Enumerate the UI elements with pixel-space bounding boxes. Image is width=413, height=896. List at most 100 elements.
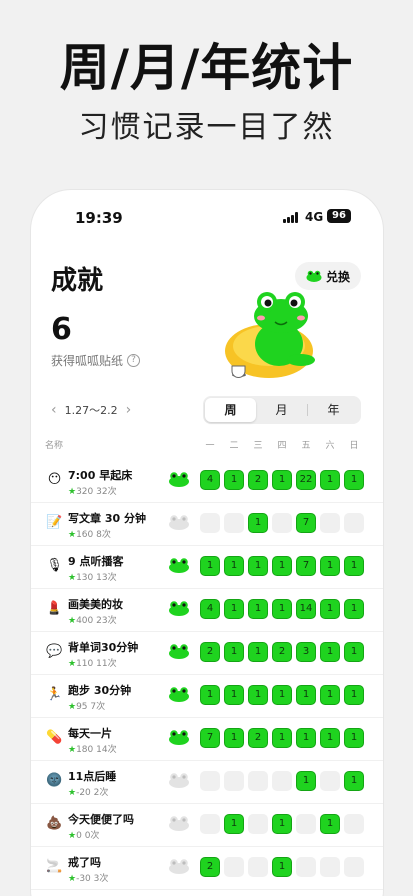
promo-subtitle: 习惯记录一目了然 [78, 110, 335, 145]
day-cell[interactable]: 1 [224, 814, 244, 834]
star-icon: ★ [68, 530, 77, 540]
help-icon[interactable]: ? [127, 354, 141, 367]
habit-row[interactable]: 💊 每天一片 ★180 14次 7 1 2 1 1 1 1 [31, 718, 383, 761]
day-cell[interactable] [272, 771, 292, 791]
day-cell[interactable]: 1 [224, 599, 244, 619]
tab-year[interactable]: 年 [308, 398, 359, 422]
day-cell[interactable]: 1 [272, 728, 292, 748]
habit-row[interactable]: 🚬 戒了吗 ★-30 3次 2 1 [31, 847, 383, 890]
day-cell[interactable]: 1 [272, 685, 292, 705]
day-cell[interactable]: 4 [200, 470, 220, 490]
day-cell[interactable]: 1 [248, 556, 268, 576]
day-cell[interactable]: 1 [224, 642, 244, 662]
day-cell[interactable]: 1 [320, 728, 340, 748]
day-cell[interactable]: 3 [296, 642, 316, 662]
day-cell[interactable]: 14 [296, 599, 316, 619]
day-cell[interactable]: 1 [320, 642, 340, 662]
frog-status-icon [168, 643, 190, 659]
day-cell[interactable]: 2 [248, 728, 268, 748]
day-cell[interactable] [200, 513, 220, 533]
day-cell[interactable]: 1 [344, 685, 364, 705]
day-cell[interactable]: 22 [296, 470, 316, 490]
day-cell[interactable]: 1 [344, 728, 364, 748]
chevron-right-icon[interactable]: › [126, 402, 132, 418]
day-cell[interactable] [320, 771, 340, 791]
day-cell[interactable]: 1 [344, 771, 364, 791]
day-cell[interactable] [200, 771, 220, 791]
day-cell[interactable] [224, 771, 244, 791]
day-cell[interactable] [320, 513, 340, 533]
header-day: 一 [205, 441, 215, 451]
star-icon: ★ [68, 745, 77, 755]
phone-screen: 19:39 4G 96 成就 兑换 6 获得呱呱贴纸 ? ‹ 1.27～2.2 … [31, 190, 383, 896]
day-cell[interactable]: 2 [200, 642, 220, 662]
day-cell[interactable]: 1 [248, 513, 268, 533]
habit-row[interactable]: 🌚 11点后睡 ★-20 2次 1 1 [31, 761, 383, 804]
day-cell[interactable]: 1 [224, 685, 244, 705]
day-cell[interactable]: 1 [200, 685, 220, 705]
chevron-left-icon[interactable]: ‹ [51, 402, 57, 418]
habit-stars: -30 [76, 874, 91, 884]
day-cell[interactable]: 1 [296, 771, 316, 791]
day-cell[interactable]: 1 [272, 556, 292, 576]
day-cell[interactable] [344, 814, 364, 834]
tab-week[interactable]: 周 [205, 398, 256, 422]
day-cell[interactable]: 7 [200, 728, 220, 748]
day-cell[interactable]: 7 [296, 513, 316, 533]
day-cell[interactable]: 1 [224, 728, 244, 748]
habit-row[interactable]: 🎙 9 点听播客 ★130 13次 1 1 1 1 7 1 1 [31, 546, 383, 589]
day-cell[interactable] [248, 857, 268, 877]
day-cell[interactable] [224, 513, 244, 533]
day-cell[interactable]: 1 [272, 470, 292, 490]
habit-row[interactable]: 💬 背单词30分钟 ★110 11次 2 1 1 2 3 1 1 [31, 632, 383, 675]
day-cell[interactable]: 1 [272, 857, 292, 877]
day-cell[interactable] [296, 857, 316, 877]
day-cell[interactable]: 1 [344, 470, 364, 490]
day-cell[interactable]: 1 [248, 685, 268, 705]
day-cell[interactable]: 1 [248, 599, 268, 619]
stickers-label-row: 获得呱呱贴纸 ? [51, 352, 141, 369]
habit-count: 13次 [96, 573, 117, 583]
day-cell[interactable] [224, 857, 244, 877]
day-cell[interactable] [296, 814, 316, 834]
day-cell[interactable]: 1 [272, 599, 292, 619]
habit-row[interactable]: 💩 今天便便了吗 ★0 0次 1 1 1 [31, 804, 383, 847]
day-cell[interactable]: 1 [224, 556, 244, 576]
day-cell[interactable] [200, 814, 220, 834]
habit-stars: 400 [76, 616, 94, 626]
day-cell[interactable] [320, 857, 340, 877]
habit-row[interactable]: 🏃 跑步 30分钟 ★95 7次 1 1 1 1 1 1 1 [31, 675, 383, 718]
day-cell[interactable]: 1 [296, 685, 316, 705]
day-cell[interactable] [272, 513, 292, 533]
day-cell[interactable]: 2 [200, 857, 220, 877]
day-cell[interactable]: 1 [320, 470, 340, 490]
day-cell[interactable]: 1 [296, 728, 316, 748]
day-cell[interactable] [344, 513, 364, 533]
habit-row[interactable]: 😶 7:00 早起床 ★320 32次 4 1 2 1 22 1 1 [31, 460, 383, 503]
day-cell[interactable]: 1 [344, 642, 364, 662]
day-cell[interactable] [248, 814, 268, 834]
day-cell[interactable]: 1 [224, 470, 244, 490]
habit-count: 11次 [96, 659, 117, 669]
day-cell[interactable]: 1 [200, 556, 220, 576]
habit-name: 今天便便了吗 [68, 813, 134, 826]
day-cell[interactable]: 2 [248, 470, 268, 490]
day-cell[interactable]: 1 [320, 599, 340, 619]
day-cell[interactable]: 2 [272, 642, 292, 662]
day-cell[interactable]: 1 [248, 642, 268, 662]
day-cell[interactable]: 7 [296, 556, 316, 576]
day-cell[interactable]: 1 [344, 599, 364, 619]
day-cell[interactable]: 4 [200, 599, 220, 619]
habit-row[interactable]: 📝 写文章 30 分钟 ★160 8次 1 7 [31, 503, 383, 546]
day-cell[interactable]: 1 [272, 814, 292, 834]
pill-emoji: 💊 [46, 730, 63, 745]
day-cell[interactable]: 1 [320, 814, 340, 834]
day-cell[interactable] [344, 857, 364, 877]
tab-month[interactable]: 月 [256, 398, 307, 422]
day-cell[interactable]: 1 [344, 556, 364, 576]
day-cell[interactable]: 1 [320, 685, 340, 705]
habit-row[interactable]: 💄 画美美的妆 ★400 23次 4 1 1 1 14 1 1 [31, 589, 383, 632]
day-cell[interactable]: 1 [320, 556, 340, 576]
day-cell[interactable] [248, 771, 268, 791]
habit-name: 9 点听播客 [68, 555, 124, 568]
